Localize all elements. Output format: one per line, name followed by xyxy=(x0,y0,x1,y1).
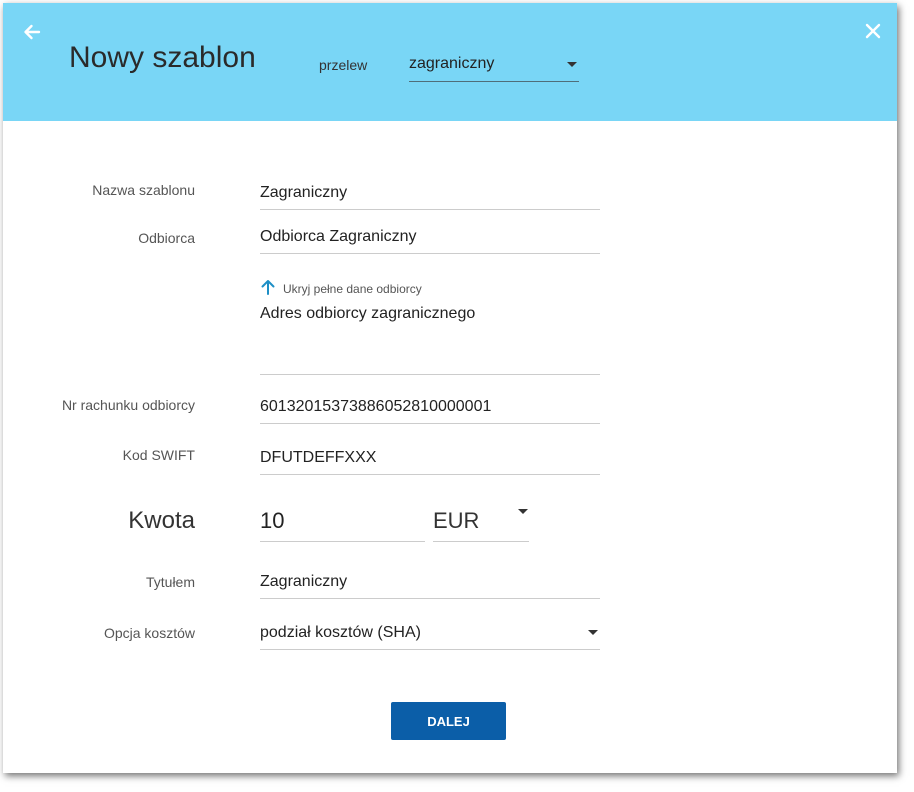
transfer-type-select[interactable]: zagraniczny xyxy=(409,47,579,82)
payment-title-label: Tytułem xyxy=(145,574,195,590)
payment-title-value: Zagraniczny xyxy=(260,573,348,590)
payment-title-field[interactable]: Zagraniczny xyxy=(260,564,600,599)
close-button[interactable] xyxy=(862,20,884,42)
template-dialog: Nowy szablon przelew zagraniczny Nazwa s… xyxy=(3,3,897,773)
page-title: Nowy szablon xyxy=(69,41,256,74)
swift-label: Kod SWIFT xyxy=(122,447,195,463)
costs-option-select[interactable]: podział kosztów (SHA) xyxy=(260,615,600,650)
amount-value: 10 xyxy=(260,508,285,533)
arrow-left-icon xyxy=(24,24,41,40)
arrow-up-icon xyxy=(261,280,275,295)
template-name-value: Zagraniczny xyxy=(260,184,348,201)
account-number-value: 60132015373886052810000001 xyxy=(260,398,492,415)
account-number-field[interactable]: 60132015373886052810000001 xyxy=(260,389,600,424)
chevron-down-icon xyxy=(518,509,528,514)
recipient-label: Odbiorca xyxy=(138,230,195,246)
chevron-down-icon xyxy=(567,62,577,67)
swift-value: DFUTDEFFXXX xyxy=(260,449,377,466)
recipient-field[interactable]: Odbiorca Zagraniczny xyxy=(260,219,600,254)
template-name-field[interactable]: Zagraniczny xyxy=(260,175,600,210)
transfer-type-value: zagraniczny xyxy=(409,55,495,72)
swift-field[interactable]: DFUTDEFFXXX xyxy=(260,440,600,475)
chevron-down-icon xyxy=(588,630,598,635)
costs-option-label: Opcja kosztów xyxy=(103,625,195,641)
recipient-address-value: Adres odbiorcy zagranicznego xyxy=(260,305,476,322)
recipient-value: Odbiorca Zagraniczny xyxy=(260,228,417,245)
close-icon xyxy=(865,23,881,39)
costs-option-value: podział kosztów (SHA) xyxy=(260,624,421,641)
transfer-type-label: przelew xyxy=(319,57,368,73)
recipient-address-field[interactable]: Adres odbiorcy zagranicznego xyxy=(260,299,600,375)
dialog-header: Nowy szablon przelew zagraniczny xyxy=(3,3,897,121)
next-button[interactable]: DALEJ xyxy=(391,702,506,740)
hide-recipient-details-text: Ukryj pełne dane odbiorcy xyxy=(283,282,422,296)
account-number-label: Nr rachunku odbiorcy xyxy=(61,397,195,413)
currency-value: EUR xyxy=(433,508,480,533)
back-button[interactable] xyxy=(21,21,43,43)
amount-input[interactable]: 10 xyxy=(260,499,425,542)
template-name-label: Nazwa szablonu xyxy=(92,182,195,198)
amount-label: Kwota xyxy=(128,507,195,534)
currency-select[interactable]: EUR xyxy=(433,499,529,542)
